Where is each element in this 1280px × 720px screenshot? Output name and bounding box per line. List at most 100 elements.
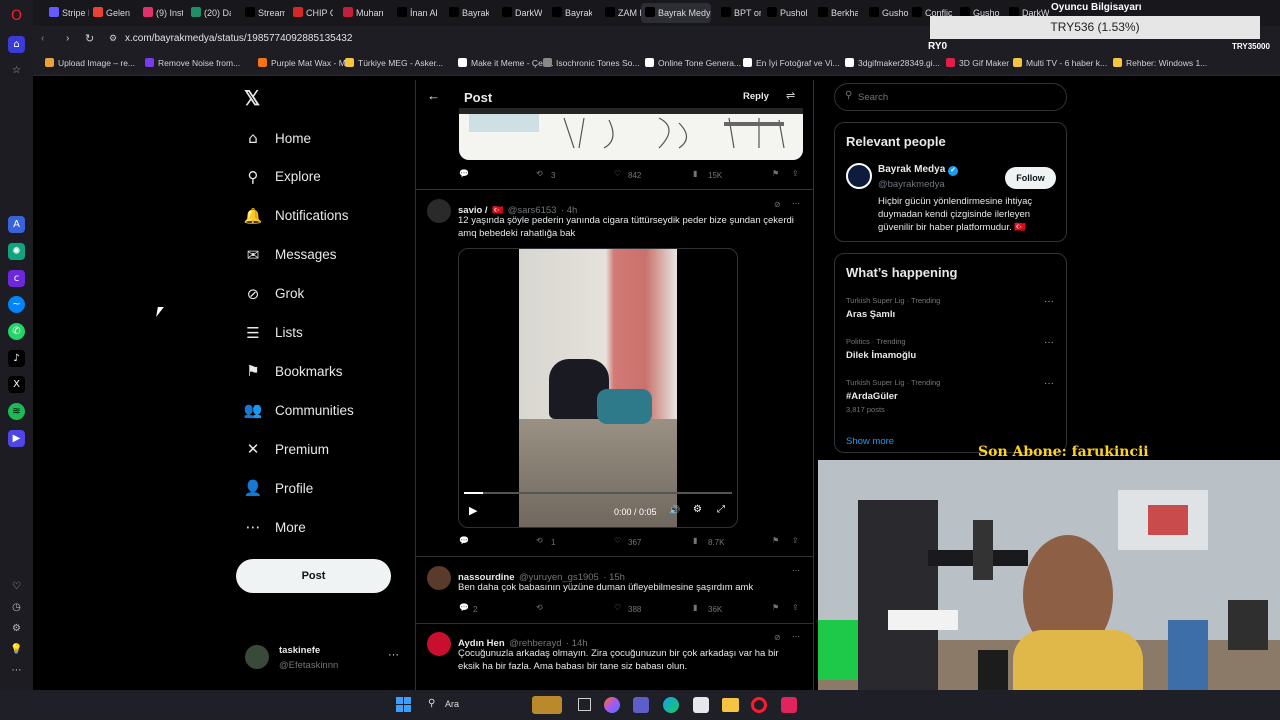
bookmark-item[interactable]: Purple Mat Wax - M... bbox=[258, 58, 353, 68]
video-player[interactable]: ▶ 0:00 / 0:05 🔊 ⚙ ⤢ bbox=[458, 248, 738, 528]
avatar[interactable] bbox=[427, 632, 451, 656]
bookmark-item[interactable]: 3dgifmaker28349.gi... bbox=[845, 58, 940, 68]
bookmark-item[interactable]: En İyi Fotoğraf ve Vi... bbox=[743, 58, 839, 68]
browser-tab[interactable]: Gelen K bbox=[89, 3, 133, 23]
chatgpt-icon[interactable]: ✺ bbox=[8, 243, 25, 260]
grok-icon[interactable]: ⊘ bbox=[774, 200, 781, 209]
like-icon[interactable]: ♡ bbox=[614, 169, 621, 178]
fullscreen-icon[interactable]: ⤢ bbox=[717, 504, 725, 515]
nav-item-profile[interactable]: 👤 Profile bbox=[244, 473, 314, 503]
account-more-icon[interactable]: ··· bbox=[388, 649, 399, 661]
nav-item-messages[interactable]: ✉ Messages bbox=[244, 240, 337, 270]
reload-icon[interactable]: ↻ bbox=[85, 32, 94, 45]
store-icon[interactable] bbox=[693, 697, 709, 713]
video-progress-track[interactable] bbox=[464, 492, 732, 494]
tweet-more-icon[interactable]: ··· bbox=[792, 199, 800, 208]
tiktok-icon[interactable]: ♪ bbox=[8, 350, 25, 367]
spotify-icon[interactable]: ≋ bbox=[8, 403, 25, 420]
windows-start-icon[interactable] bbox=[396, 697, 412, 713]
show-more-link[interactable]: Show more bbox=[846, 436, 894, 447]
settings-icon[interactable]: ⚙ bbox=[693, 504, 702, 515]
avatar[interactable] bbox=[427, 199, 451, 223]
bookmark-item[interactable]: Isochronic Tones So... bbox=[543, 58, 639, 68]
browser-tab[interactable]: İnan Ak bbox=[393, 3, 437, 23]
forward-icon[interactable]: › bbox=[66, 33, 69, 44]
back-icon[interactable]: ‹ bbox=[41, 33, 44, 44]
whatsapp-icon[interactable]: ✆ bbox=[8, 323, 25, 340]
site-info-icon[interactable]: ⚙ bbox=[109, 33, 117, 44]
pin-icon[interactable]: ☆ bbox=[8, 62, 25, 79]
bookmark-icon[interactable]: ⚑ bbox=[772, 603, 779, 612]
bookmark-item[interactable]: Online Tone Genera... bbox=[645, 58, 741, 68]
nav-item-bookmarks[interactable]: ⚑ Bookmarks bbox=[244, 356, 342, 386]
nav-item-explore[interactable]: ⚲ Explore bbox=[244, 162, 321, 192]
play-icon[interactable]: ▶ bbox=[469, 504, 477, 517]
repost-icon[interactable]: ⟲ bbox=[536, 536, 543, 545]
aria-icon[interactable]: A bbox=[8, 216, 25, 233]
browser-tab[interactable]: DarkWe bbox=[498, 3, 542, 23]
file-explorer-icon[interactable] bbox=[722, 698, 739, 712]
browser-tab[interactable]: (9) Insta bbox=[139, 3, 183, 23]
more-icon[interactable]: ⋯ bbox=[8, 662, 25, 679]
tweet-more-icon[interactable]: ··· bbox=[792, 566, 800, 575]
url-field[interactable]: x.com/bayrakmedya/status/198577409288513… bbox=[125, 33, 352, 44]
tweet-more-icon[interactable]: ··· bbox=[792, 632, 800, 641]
browser-tab[interactable]: Bayrak bbox=[548, 3, 592, 23]
settings-icon[interactable]: ⚙ bbox=[8, 620, 25, 637]
person-handle[interactable]: @bayrakmedya bbox=[878, 179, 945, 190]
trend-item[interactable]: Politics · Trending Dilek İmamoğlu ··· bbox=[846, 337, 1056, 361]
taskbar-search[interactable]: ⚲ Ara bbox=[420, 695, 570, 715]
post-button[interactable]: Post bbox=[236, 559, 391, 593]
trend-more-icon[interactable]: ··· bbox=[1044, 337, 1054, 348]
browser-tab[interactable]: Berkhan bbox=[814, 3, 858, 23]
share-icon[interactable]: ⇪ bbox=[792, 603, 799, 612]
trend-more-icon[interactable]: ··· bbox=[1044, 296, 1054, 307]
volume-icon[interactable]: 🔊 bbox=[669, 505, 680, 516]
speed-dial-icon[interactable]: ⌂ bbox=[8, 36, 25, 53]
bookmark-item[interactable]: 3D Gif Maker bbox=[946, 58, 1009, 68]
history-icon[interactable]: ◷ bbox=[8, 599, 25, 616]
x-logo-icon[interactable]: 𝕏 bbox=[244, 86, 260, 111]
views-icon[interactable]: ▮ bbox=[693, 169, 697, 178]
browser-tab[interactable]: BPT on bbox=[717, 3, 761, 23]
avatar[interactable] bbox=[427, 566, 451, 590]
share-icon[interactable]: ⇪ bbox=[792, 169, 799, 178]
repost-icon[interactable]: ⟲ bbox=[536, 169, 543, 178]
reply-icon[interactable]: 💬 bbox=[459, 603, 469, 612]
bookmark-item[interactable]: Upload Image – re... bbox=[45, 58, 135, 68]
bookmark-item[interactable]: Türkiye MEG - Asker... bbox=[345, 58, 443, 68]
trend-more-icon[interactable]: ··· bbox=[1044, 378, 1054, 389]
grok-icon[interactable]: ⊘ bbox=[774, 633, 781, 642]
bookmark-item[interactable]: Rehber: Windows 1... bbox=[1113, 58, 1207, 68]
browser-tab[interactable]: ZAM H bbox=[601, 3, 645, 23]
lightbulb-icon[interactable]: 💡 bbox=[8, 641, 25, 658]
opera-icon[interactable] bbox=[751, 697, 767, 713]
search-input[interactable]: ⚲ Search bbox=[834, 83, 1067, 111]
avatar[interactable] bbox=[245, 645, 269, 669]
browser-tab[interactable]: Pushold bbox=[763, 3, 807, 23]
heart-icon[interactable]: ♡ bbox=[8, 578, 25, 595]
browser-tab[interactable]: Stream bbox=[241, 3, 285, 23]
like-icon[interactable]: ♡ bbox=[614, 536, 621, 545]
browser-tab[interactable]: Gushold bbox=[865, 3, 909, 23]
copilot-icon[interactable] bbox=[604, 697, 620, 713]
nav-item-notifications[interactable]: 🔔 Notifications bbox=[244, 201, 349, 231]
browser-tab[interactable]: Stripe E bbox=[45, 3, 89, 23]
app-icon[interactable] bbox=[781, 697, 797, 713]
bookmark-icon[interactable]: ⚑ bbox=[772, 536, 779, 545]
browser-tab[interactable]: Muharr bbox=[339, 3, 383, 23]
filter-icon[interactable]: ⇌ bbox=[786, 89, 795, 102]
person-name[interactable]: Bayrak Medya ✓ bbox=[878, 164, 959, 176]
browser-tab[interactable]: Bayrak bbox=[445, 3, 489, 23]
nav-item-lists[interactable]: ☰ Lists bbox=[244, 318, 303, 348]
bookmark-item[interactable]: Multi TV - 6 haber k... bbox=[1013, 58, 1107, 68]
nav-item-more[interactable]: ⋯ More bbox=[244, 512, 306, 542]
back-arrow-icon[interactable]: ← bbox=[427, 88, 440, 103]
app-icon[interactable]: c bbox=[8, 270, 25, 287]
browser-tab[interactable]: (20) Da bbox=[187, 3, 231, 23]
teams-icon[interactable] bbox=[633, 697, 649, 713]
nav-item-communities[interactable]: 👥 Communities bbox=[244, 395, 354, 425]
avatar[interactable] bbox=[846, 163, 872, 189]
messenger-icon[interactable]: ~ bbox=[8, 296, 25, 313]
repost-icon[interactable]: ⟲ bbox=[536, 603, 543, 612]
